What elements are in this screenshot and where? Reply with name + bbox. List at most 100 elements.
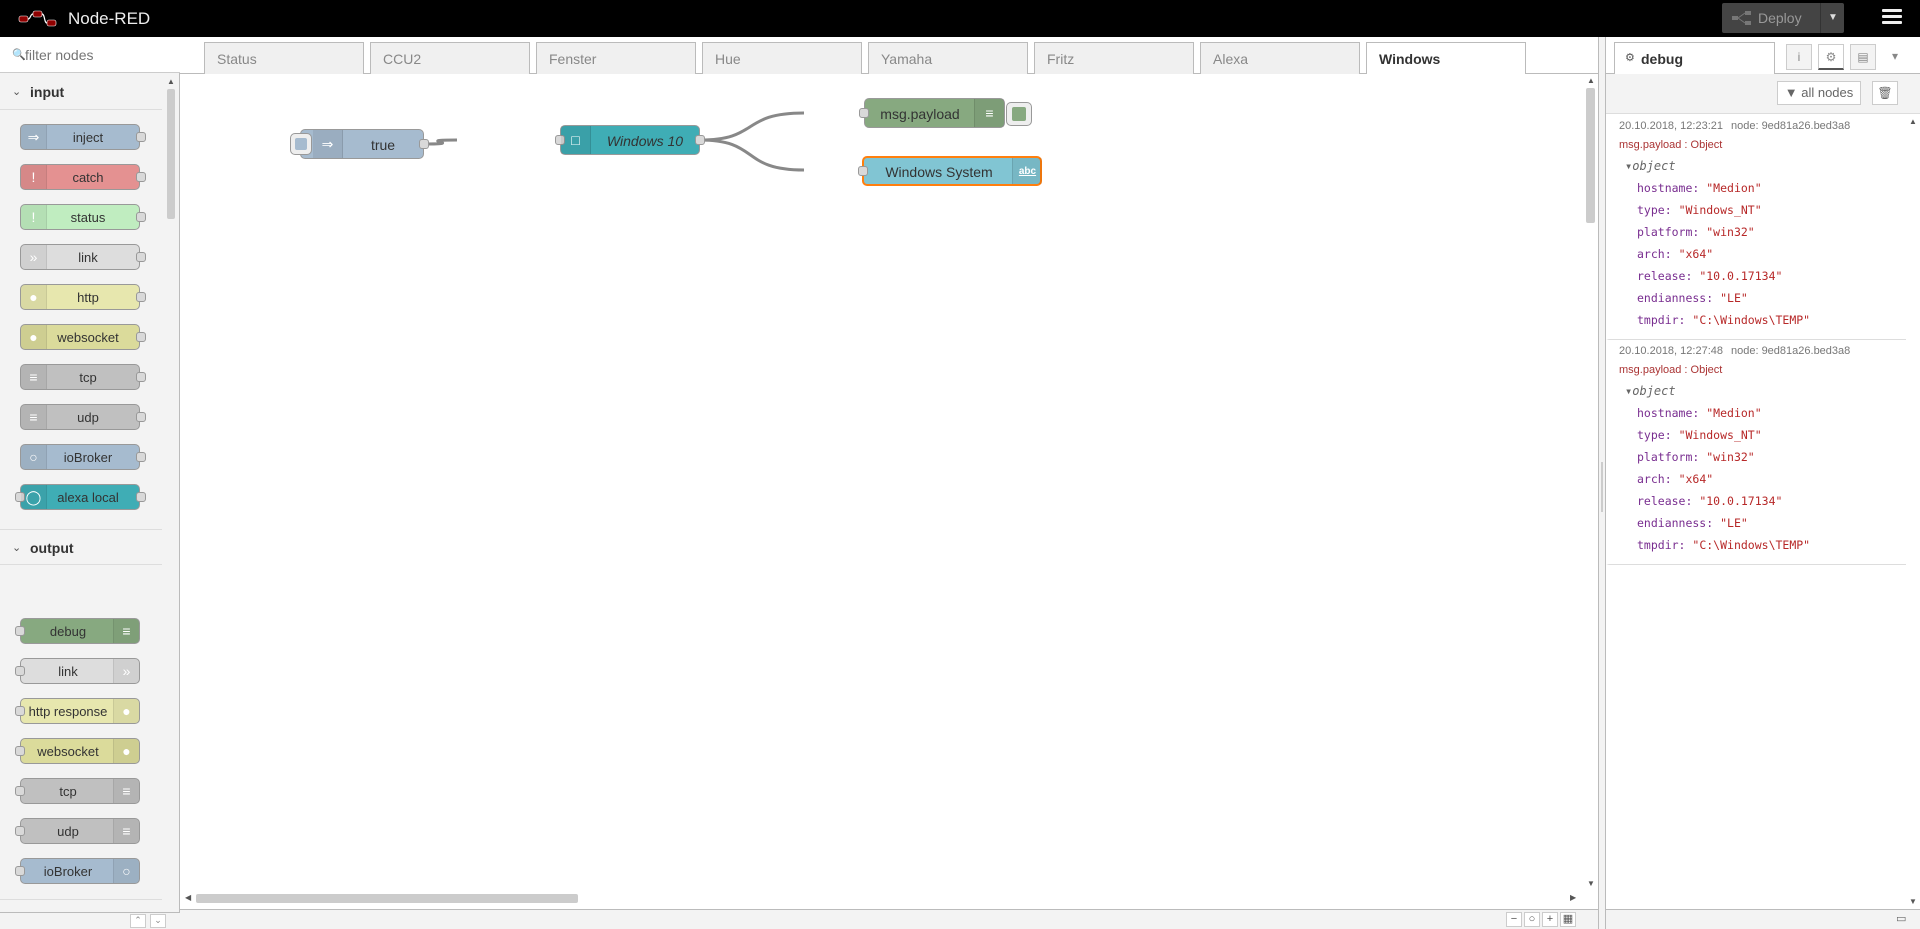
palette-node-http-in[interactable]: ● http xyxy=(20,284,146,310)
palette-node-websocket-in[interactable]: ● websocket xyxy=(20,324,146,350)
property-value: "x64" xyxy=(1678,472,1714,486)
zoom-reset-button[interactable]: ○ xyxy=(1524,912,1540,927)
expand-all-button[interactable]: ⌄ xyxy=(150,914,166,928)
filter-messages-button[interactable]: ▼ all nodes xyxy=(1777,81,1861,105)
palette-node-udp-out[interactable]: udp ≡ xyxy=(15,818,140,844)
palette-node-link-out[interactable]: link » xyxy=(15,658,140,684)
output-port[interactable] xyxy=(136,492,146,502)
zoom-in-button[interactable]: + xyxy=(1542,912,1558,927)
palette-node-alexa-local[interactable]: ◯ alexa local xyxy=(15,484,146,510)
tab-windows[interactable]: Windows xyxy=(1366,42,1526,75)
debug-message[interactable]: 20.10.2018, 12:23:21 node: 9ed81a26.bed3a… xyxy=(1606,115,1906,340)
debug-toggle-button[interactable] xyxy=(1006,102,1032,126)
open-window-icon[interactable]: ▭ xyxy=(1896,912,1906,925)
scrollbar-thumb[interactable] xyxy=(1586,88,1595,223)
palette-node-iobroker-in[interactable]: ○ ioBroker xyxy=(20,444,146,470)
tab-alexa[interactable]: Alexa xyxy=(1200,42,1360,74)
output-port[interactable] xyxy=(136,132,146,142)
palette-node-debug[interactable]: debug ≡ xyxy=(15,618,140,644)
message-node-id[interactable]: node: 9ed81a26.bed3a8 xyxy=(1731,345,1850,357)
message-topic: msg.payload : Object xyxy=(1619,364,1723,376)
output-port[interactable] xyxy=(136,332,146,342)
palette-scrollbar[interactable]: ▲ xyxy=(164,77,178,902)
header-bar: Node-RED Deploy ▼ xyxy=(0,0,1920,37)
scroll-up-icon[interactable]: ▲ xyxy=(1909,117,1917,126)
bug-icon: ⚙ xyxy=(1625,52,1635,64)
tab-ccu2[interactable]: CCU2 xyxy=(370,42,530,74)
output-port[interactable] xyxy=(695,135,705,145)
output-port[interactable] xyxy=(136,172,146,182)
separator-grip[interactable] xyxy=(1601,462,1603,512)
object-toggle[interactable]: ▾object xyxy=(1625,384,1676,398)
message-node-id[interactable]: node: 9ed81a26.bed3a8 xyxy=(1731,120,1850,132)
output-port[interactable] xyxy=(136,252,146,262)
palette-node-catch[interactable]: ! catch xyxy=(20,164,146,190)
canvas-vertical-scrollbar[interactable]: ▲ ▼ xyxy=(1584,74,1598,891)
palette-node-http-response[interactable]: http response ● xyxy=(15,698,140,724)
tab-debug[interactable]: ⚙ debug xyxy=(1614,42,1775,75)
property-value: "x64" xyxy=(1678,247,1714,261)
palette-category-input[interactable]: ⌄ input xyxy=(0,74,162,110)
scroll-right-icon[interactable]: ▶ xyxy=(1570,893,1576,902)
palette-node-inject[interactable]: ⇒ inject xyxy=(20,124,146,150)
scroll-down-icon[interactable]: ▼ xyxy=(1587,879,1595,888)
info-tab-icon[interactable]: i xyxy=(1786,44,1812,70)
scroll-up-icon[interactable]: ▲ xyxy=(167,77,175,86)
output-port[interactable] xyxy=(136,452,146,462)
sidebar-menu-caret-icon[interactable]: ▾ xyxy=(1882,44,1908,70)
palette-category-output[interactable]: ⌄ output xyxy=(0,529,162,565)
tab-fenster[interactable]: Fenster xyxy=(536,42,696,74)
property-key: endianness xyxy=(1637,516,1707,530)
message-timestamp: 20.10.2018, 12:23:21 xyxy=(1619,120,1723,132)
output-port[interactable] xyxy=(419,139,429,149)
output-port[interactable] xyxy=(136,372,146,382)
palette-node-iobroker-out[interactable]: ioBroker ○ xyxy=(15,858,140,884)
output-port[interactable] xyxy=(136,212,146,222)
debug-tab-icon[interactable]: ⚙ xyxy=(1818,44,1844,70)
palette-node-status[interactable]: ! status xyxy=(20,204,146,230)
flow-node-os[interactable]: □ Windows 10 xyxy=(555,125,705,155)
dashboard-tab-icon[interactable]: ▤ xyxy=(1850,44,1876,70)
debug-scrollbar[interactable]: ▲ ▼ xyxy=(1906,115,1920,915)
palette-node-link-in[interactable]: » link xyxy=(20,244,146,270)
main-menu-button[interactable] xyxy=(1878,6,1906,30)
filter-nodes-input[interactable] xyxy=(25,45,175,65)
tab-status[interactable]: Status xyxy=(204,42,364,74)
scrollbar-thumb[interactable] xyxy=(167,89,175,219)
navigator-button[interactable]: ▦ xyxy=(1560,912,1576,927)
deploy-separator xyxy=(1820,3,1821,33)
output-port[interactable] xyxy=(136,292,146,302)
deploy-button[interactable]: Deploy ▼ xyxy=(1722,3,1844,33)
tab-fritz[interactable]: Fritz xyxy=(1034,42,1194,74)
collapse-all-button[interactable]: ⌃ xyxy=(130,914,146,928)
scroll-left-icon[interactable]: ◀ xyxy=(185,893,191,902)
scrollbar-thumb[interactable] xyxy=(196,894,578,903)
output-port[interactable] xyxy=(136,412,146,422)
palette-node-tcp-in[interactable]: ≡ tcp xyxy=(20,364,146,390)
tab-yamaha[interactable]: Yamaha xyxy=(868,42,1028,74)
canvas-horizontal-scrollbar[interactable]: ◀ ▶ xyxy=(180,891,1584,905)
flow-node-text[interactable]: Windows System abc xyxy=(858,156,1042,186)
node-label: ioBroker xyxy=(63,450,113,465)
scroll-down-icon[interactable]: ▼ xyxy=(1909,897,1917,906)
property-key: release xyxy=(1637,269,1686,283)
palette-node-udp-in[interactable]: ≡ udp xyxy=(20,404,146,430)
zoom-out-button[interactable]: − xyxy=(1506,912,1522,927)
deploy-caret-icon[interactable]: ▼ xyxy=(1828,12,1838,23)
palette-node-websocket-out[interactable]: websocket ● xyxy=(15,738,140,764)
object-toggle[interactable]: ▾object xyxy=(1625,159,1676,173)
flow-node-debug[interactable]: msg.payload ≡ xyxy=(859,98,1032,128)
app-title: Node-RED xyxy=(68,9,151,28)
property-key: hostname xyxy=(1637,406,1693,420)
tab-hue[interactable]: Hue xyxy=(702,42,862,74)
flow-node-inject[interactable]: ⇒ true xyxy=(290,129,429,159)
flow-canvas[interactable]: ⇒ true □ Windows 10 msg.payload ≡ Window… xyxy=(180,74,1584,891)
scroll-up-icon[interactable]: ▲ xyxy=(1587,76,1595,85)
clear-log-button[interactable]: 🗑 xyxy=(1872,81,1898,105)
inject-trigger-button[interactable] xyxy=(290,133,312,155)
palette-node-tcp-out[interactable]: tcp ≡ xyxy=(15,778,140,804)
palette-category-function[interactable]: ⌄ function xyxy=(0,899,162,904)
property-row: hostname: "Medion" xyxy=(1637,181,1762,195)
sidebar-separator[interactable] xyxy=(1598,37,1606,929)
debug-message[interactable]: 20.10.2018, 12:27:48 node: 9ed81a26.bed3a… xyxy=(1606,340,1906,565)
